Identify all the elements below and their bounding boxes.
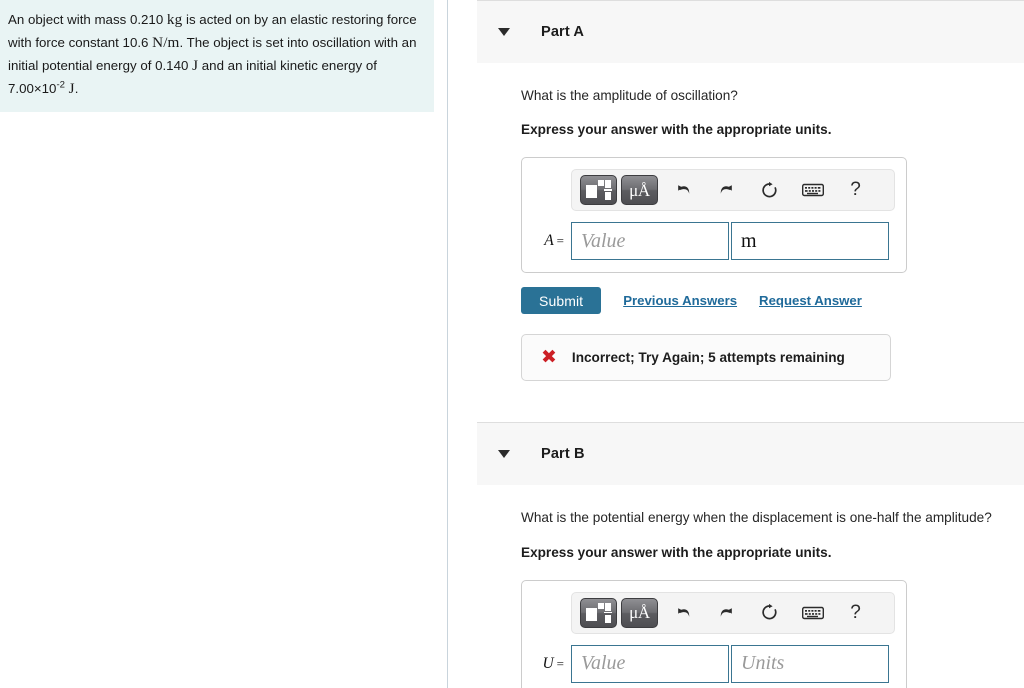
part-a-feedback: ✖ Incorrect; Try Again; 5 attempts remai… bbox=[521, 334, 891, 382]
part-a-submit-row: Submit Previous Answers Request Answer bbox=[521, 287, 1014, 315]
part-b-value-input[interactable] bbox=[571, 644, 729, 683]
part-a-value-input[interactable] bbox=[571, 222, 729, 261]
part-b-answer-row: U = bbox=[532, 644, 896, 683]
help-icon[interactable]: ? bbox=[834, 175, 877, 205]
part-b-body: What is the potential energy when the di… bbox=[448, 509, 1024, 688]
problem-statement-pane: An object with mass 0.210 kg is acted on… bbox=[0, 0, 434, 688]
problem-statement: An object with mass 0.210 kg is acted on… bbox=[0, 0, 434, 113]
keyboard-icon[interactable] bbox=[791, 175, 834, 205]
redo-icon[interactable] bbox=[705, 175, 748, 205]
math-template-icon bbox=[586, 602, 612, 623]
exponent: -2 bbox=[56, 79, 65, 91]
undo-icon[interactable] bbox=[662, 598, 705, 628]
part-b-toolbar: μÅ ? bbox=[571, 591, 895, 634]
part-a-answer-row: A = bbox=[532, 222, 896, 261]
problem-text: An object with mass 0.210 kg is acted on… bbox=[8, 8, 422, 100]
part-a-instruction: Express your answer with the appropriate… bbox=[521, 122, 832, 138]
problem-text-segment: An object with mass 0.210 bbox=[8, 12, 167, 27]
part-a-submit-button[interactable]: Submit bbox=[521, 287, 602, 315]
part-a-request-answer-link[interactable]: Request Answer bbox=[759, 293, 862, 308]
answer-pane: Part A What is the amplitude of oscillat… bbox=[448, 0, 1024, 688]
incorrect-icon: ✖ bbox=[541, 346, 557, 369]
math-template-icon bbox=[586, 180, 612, 201]
chevron-down-icon[interactable] bbox=[498, 28, 510, 36]
help-label: ? bbox=[850, 601, 861, 623]
part-a-previous-answers-link[interactable]: Previous Answers bbox=[623, 293, 737, 308]
keyboard-icon[interactable] bbox=[791, 598, 834, 628]
undo-icon[interactable] bbox=[662, 175, 705, 205]
part-a-header[interactable]: Part A bbox=[477, 0, 1024, 63]
part-b-instruction: Express your answer with the appropriate… bbox=[521, 544, 832, 560]
part-b-units-input[interactable] bbox=[731, 644, 889, 683]
part-a-units-input[interactable] bbox=[731, 222, 889, 261]
units-icon-label: μÅ bbox=[629, 180, 650, 200]
units-button[interactable]: μÅ bbox=[621, 175, 658, 206]
part-a-body: What is the amplitude of oscillation? Ex… bbox=[448, 87, 1024, 382]
math-template-button[interactable] bbox=[580, 597, 617, 628]
part-b-section: Part B What is the potential energy when… bbox=[448, 422, 1024, 688]
part-a-feedback-text: Incorrect; Try Again; 5 attempts remaini… bbox=[571, 350, 845, 366]
reset-icon[interactable] bbox=[748, 598, 791, 628]
part-a-question: What is the amplitude of oscillation? bbox=[521, 88, 738, 103]
chevron-down-icon[interactable] bbox=[498, 450, 510, 459]
part-a-title: Part A bbox=[541, 24, 585, 40]
part-a-section: Part A What is the amplitude of oscillat… bbox=[448, 0, 1024, 382]
part-a-toolbar: μÅ ? bbox=[571, 169, 895, 212]
part-a-variable-label: A = bbox=[544, 232, 564, 250]
part-b-variable-label: U = bbox=[542, 654, 564, 672]
part-b-question: What is the potential energy when the di… bbox=[521, 510, 992, 526]
math-template-button[interactable] bbox=[580, 175, 617, 206]
units-button[interactable]: μÅ bbox=[621, 597, 658, 628]
redo-icon[interactable] bbox=[705, 598, 748, 628]
part-a-answer-box: μÅ ? A = Value m bbox=[521, 157, 907, 274]
reset-icon[interactable] bbox=[748, 175, 791, 205]
help-icon[interactable]: ? bbox=[834, 598, 877, 628]
math-unit: kg bbox=[166, 11, 183, 28]
problem-page: An object with mass 0.210 kg is acted on… bbox=[0, 0, 1024, 688]
help-label: ? bbox=[850, 179, 861, 201]
problem-text-segment: . bbox=[74, 81, 79, 97]
part-b-answer-box: μÅ ? U = Value Units bbox=[521, 579, 907, 688]
part-b-title: Part B bbox=[541, 446, 585, 463]
math-unit: N/m bbox=[152, 34, 180, 52]
part-b-header[interactable]: Part B bbox=[477, 422, 1024, 486]
units-icon-label: μÅ bbox=[629, 603, 650, 623]
